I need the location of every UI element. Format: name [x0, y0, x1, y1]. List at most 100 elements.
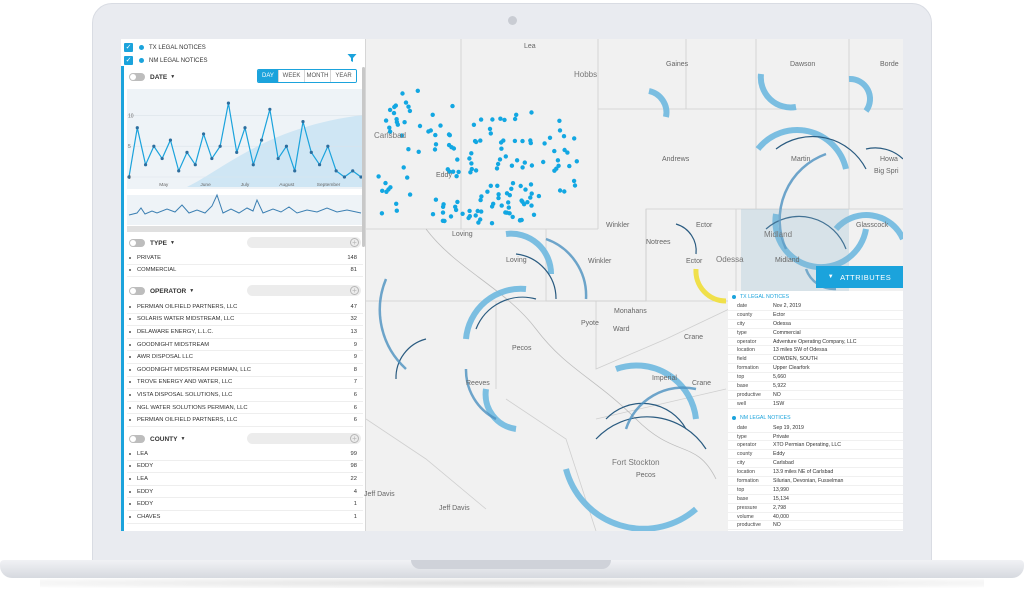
- notice-point[interactable]: [407, 108, 413, 114]
- notice-point[interactable]: [495, 183, 500, 188]
- notice-point[interactable]: [393, 103, 398, 108]
- notice-point[interactable]: [510, 214, 515, 220]
- operator-search-input[interactable]: +: [247, 285, 361, 296]
- notice-point[interactable]: [556, 163, 561, 168]
- notice-point[interactable]: [561, 134, 567, 139]
- notice-point[interactable]: [485, 189, 490, 194]
- notice-point[interactable]: [416, 149, 421, 154]
- list-item[interactable]: LEA 22: [127, 473, 363, 486]
- notice-point[interactable]: [552, 148, 557, 154]
- notice-point[interactable]: [405, 175, 410, 180]
- notice-point[interactable]: [400, 91, 405, 96]
- notice-point[interactable]: [523, 187, 528, 192]
- notice-point[interactable]: [507, 193, 512, 198]
- panel-scrollbar[interactable]: [362, 67, 365, 247]
- notice-point[interactable]: [571, 178, 577, 184]
- notice-point[interactable]: [494, 166, 500, 171]
- notice-point[interactable]: [387, 125, 392, 130]
- notice-point[interactable]: [387, 107, 393, 113]
- notice-point[interactable]: [479, 194, 484, 199]
- notice-point[interactable]: [456, 169, 461, 175]
- notice-point[interactable]: [453, 204, 458, 209]
- chart-point[interactable]: [243, 126, 247, 130]
- date-histogram-chart[interactable]: 0 5 10 May June July August September: [127, 87, 363, 232]
- notice-point[interactable]: [497, 157, 503, 162]
- notice-point[interactable]: [472, 138, 478, 144]
- list-item[interactable]: DELAWARE ENERGY, L.L.C. 13: [127, 326, 363, 339]
- notice-point[interactable]: [415, 88, 420, 93]
- notice-point[interactable]: [433, 142, 439, 147]
- notice-point[interactable]: [512, 116, 518, 122]
- notice-point[interactable]: [555, 158, 561, 163]
- notice-point[interactable]: [394, 119, 400, 125]
- list-item[interactable]: AWR DISPOSAL LLC 9: [127, 351, 363, 364]
- chart-point[interactable]: [143, 163, 148, 167]
- notice-point[interactable]: [460, 211, 465, 216]
- notice-point[interactable]: [433, 132, 438, 138]
- notice-point[interactable]: [529, 110, 534, 115]
- list-item[interactable]: PRIVATE 148: [127, 252, 363, 265]
- add-icon[interactable]: +: [350, 238, 359, 247]
- notice-point[interactable]: [440, 204, 446, 209]
- chart-point[interactable]: [152, 144, 156, 148]
- chart-point[interactable]: [210, 156, 214, 161]
- chart-point[interactable]: [309, 150, 313, 154]
- list-item[interactable]: GOODNIGHT MIDSTREAM 9: [127, 339, 363, 352]
- notice-point[interactable]: [475, 208, 480, 214]
- notice-point[interactable]: [562, 147, 567, 153]
- list-item[interactable]: LEA 99: [127, 448, 363, 461]
- notice-point[interactable]: [531, 212, 537, 217]
- add-icon[interactable]: +: [350, 434, 359, 443]
- notice-point[interactable]: [433, 197, 439, 202]
- notice-point[interactable]: [499, 146, 504, 151]
- notice-point[interactable]: [506, 205, 511, 210]
- chart-point[interactable]: [284, 144, 289, 148]
- notice-point[interactable]: [469, 151, 474, 156]
- layer-tx-legal[interactable]: ✓ TX LEGAL NOTICES: [124, 41, 206, 54]
- notice-point[interactable]: [503, 210, 508, 215]
- notice-point[interactable]: [417, 123, 423, 129]
- notice-point[interactable]: [386, 187, 391, 192]
- list-item[interactable]: SOLARIS WATER MIDSTREAM, LLC 32: [127, 314, 363, 327]
- notice-point[interactable]: [509, 163, 515, 168]
- notice-point[interactable]: [450, 103, 455, 109]
- notice-point[interactable]: [476, 220, 481, 225]
- notice-point[interactable]: [430, 212, 436, 217]
- notice-point[interactable]: [402, 120, 407, 125]
- notice-point[interactable]: [528, 138, 533, 143]
- notice-point[interactable]: [383, 180, 388, 186]
- notice-point[interactable]: [379, 211, 385, 216]
- filter-icon[interactable]: [347, 53, 357, 63]
- notice-point[interactable]: [446, 142, 452, 148]
- notice-point[interactable]: [520, 138, 525, 144]
- checkbox-checked-icon[interactable]: ✓: [124, 56, 133, 65]
- notice-point[interactable]: [380, 188, 385, 193]
- chart-point[interactable]: [293, 169, 297, 173]
- notice-point[interactable]: [572, 136, 577, 141]
- chart-point[interactable]: [334, 169, 338, 173]
- chart-point[interactable]: [301, 120, 305, 124]
- list-item[interactable]: COMMERCIAL 81: [127, 265, 363, 278]
- notice-point[interactable]: [496, 192, 501, 197]
- notice-point[interactable]: [529, 163, 535, 168]
- notice-point[interactable]: [454, 174, 459, 179]
- county-toggle[interactable]: [129, 435, 145, 443]
- notice-point[interactable]: [394, 201, 399, 206]
- notice-point[interactable]: [455, 199, 460, 205]
- chart-point[interactable]: [259, 138, 264, 142]
- notice-point[interactable]: [478, 138, 483, 143]
- chart-point[interactable]: [235, 150, 239, 154]
- notice-point[interactable]: [438, 123, 443, 128]
- notice-point[interactable]: [442, 218, 447, 224]
- notice-point[interactable]: [506, 200, 511, 205]
- notice-point[interactable]: [469, 166, 474, 172]
- notice-point[interactable]: [406, 104, 411, 109]
- list-item[interactable]: VISTA DISPOSAL SOLUTIONS, LLC 6: [127, 389, 363, 402]
- notice-point[interactable]: [509, 186, 514, 191]
- date-toggle[interactable]: [129, 73, 145, 81]
- chart-point[interactable]: [218, 144, 222, 148]
- list-item[interactable]: EDDY 1: [127, 498, 363, 511]
- chart-point[interactable]: [317, 163, 322, 167]
- chart-point[interactable]: [251, 163, 255, 167]
- notice-point[interactable]: [510, 181, 516, 186]
